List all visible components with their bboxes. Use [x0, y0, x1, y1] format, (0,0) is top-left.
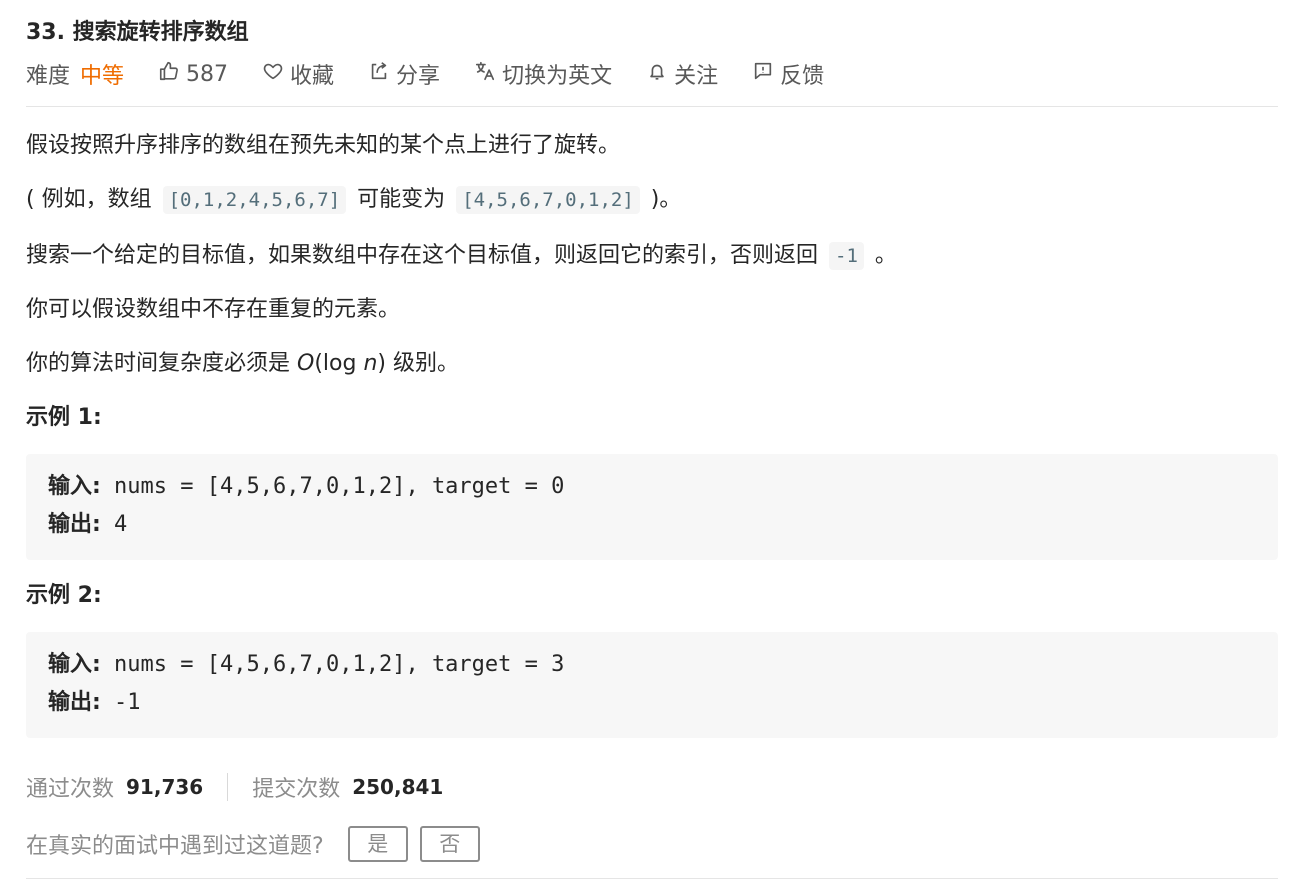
feedback-button[interactable]: 反馈	[752, 58, 824, 90]
follow-button[interactable]: 关注	[646, 58, 718, 90]
input-value: nums = [4,5,6,7,0,1,2], target = 3	[100, 652, 565, 677]
description-text: 你的算法时间复杂度必须是	[26, 351, 291, 376]
code-line: 输入: nums = [4,5,6,7,0,1,2], target = 0	[48, 468, 1256, 506]
description-paragraph-4: 你可以假设数组中不存在重复的元素。	[26, 297, 401, 322]
bell-icon	[646, 60, 668, 88]
difficulty-label: 难度	[26, 64, 71, 89]
output-value: -1	[100, 690, 141, 715]
interview-survey: 在真实的面试中遇到过这道题? 是 否	[26, 826, 492, 862]
code-line: 输出: 4	[48, 506, 1256, 544]
favorite-button[interactable]: 收藏	[262, 58, 334, 90]
description-paragraph-2: ( 例如，数组 [0,1,2,4,5,6,7] 可能变为 [4,5,6,7,0,…	[26, 184, 1278, 216]
example-1-heading: 示例 1:	[26, 405, 102, 430]
input-value: nums = [4,5,6,7,0,1,2], target = 0	[100, 474, 565, 499]
inline-code: -1	[829, 242, 864, 270]
input-label: 输入:	[48, 652, 101, 677]
description-text: 可能变为	[357, 187, 446, 212]
example-2-code-block: 输入: nums = [4,5,6,7,0,1,2], target = 3 输…	[26, 632, 1278, 738]
survey-no-button[interactable]: 否	[419, 826, 480, 862]
submission-stats: 通过次数 91,736 提交次数 250,841	[26, 770, 443, 804]
description-text: 。	[874, 243, 897, 268]
problem-title: 33. 搜索旋转排序数组	[26, 20, 249, 45]
survey-question: 在真实的面试中遇到过这道题?	[26, 834, 324, 859]
stats-divider	[227, 773, 229, 801]
submissions-label: 提交次数	[252, 777, 341, 802]
inline-code: [4,5,6,7,0,1,2]	[456, 186, 640, 214]
like-count: 587	[186, 61, 229, 87]
problem-toolbar: 难度 中等 587 收藏 分享 切换为英文 关注 反馈	[26, 56, 1278, 92]
header-divider	[26, 106, 1278, 107]
code-line: 输出: -1	[48, 684, 1256, 722]
feedback-icon	[752, 60, 774, 88]
translate-button[interactable]: 切换为英文	[474, 58, 612, 90]
translate-label: 切换为英文	[502, 64, 613, 89]
heart-icon	[262, 60, 284, 88]
description-paragraph-3: 搜索一个给定的目标值，如果数组中存在这个目标值，则返回它的索引，否则返回 -1 …	[26, 240, 1278, 272]
accepted-count: 91,736	[126, 775, 204, 799]
description-text: ) 级别。	[377, 351, 459, 376]
code-line: 输入: nums = [4,5,6,7,0,1,2], target = 3	[48, 646, 1256, 684]
math-symbol: n	[363, 351, 378, 376]
thumbs-up-icon	[158, 60, 180, 88]
inline-code: [0,1,2,4,5,6,7]	[162, 186, 347, 214]
bottom-divider	[26, 878, 1278, 879]
submissions-count: 250,841	[352, 775, 444, 799]
translate-icon	[474, 60, 496, 88]
description-text: ( 例如，数组	[26, 187, 152, 212]
input-label: 输入:	[48, 474, 101, 499]
description-paragraph-1: 假设按照升序排序的数组在预先未知的某个点上进行了旋转。	[26, 133, 621, 158]
example-1-code-block: 输入: nums = [4,5,6,7,0,1,2], target = 0 输…	[26, 454, 1278, 560]
description-text: 搜索一个给定的目标值，如果数组中存在这个目标值，则返回它的索引，否则返回	[26, 243, 819, 268]
difficulty: 难度 中等	[26, 58, 124, 90]
share-label: 分享	[396, 64, 441, 89]
output-label: 输出:	[48, 690, 101, 715]
description-paragraph-5: 你的算法时间复杂度必须是 O(log n) 级别。	[26, 348, 1278, 380]
like-button[interactable]: 587	[158, 60, 228, 88]
share-button[interactable]: 分享	[368, 58, 440, 90]
follow-label: 关注	[674, 64, 719, 89]
problem-page: 33. 搜索旋转排序数组 难度 中等 587 收藏 分享 切换为英文 关注 反馈…	[26, 0, 1278, 886]
output-label: 输出:	[48, 512, 101, 537]
description-text: )。	[650, 187, 682, 212]
accepted-label: 通过次数	[26, 777, 115, 802]
feedback-label: 反馈	[780, 64, 825, 89]
difficulty-badge: 中等	[80, 64, 125, 89]
output-value: 4	[100, 512, 128, 537]
description-text: (log	[314, 351, 357, 376]
share-icon	[368, 60, 390, 88]
math-symbol: O	[297, 351, 315, 376]
favorite-label: 收藏	[290, 64, 335, 89]
survey-yes-button[interactable]: 是	[347, 826, 408, 862]
example-2-heading: 示例 2:	[26, 583, 102, 608]
